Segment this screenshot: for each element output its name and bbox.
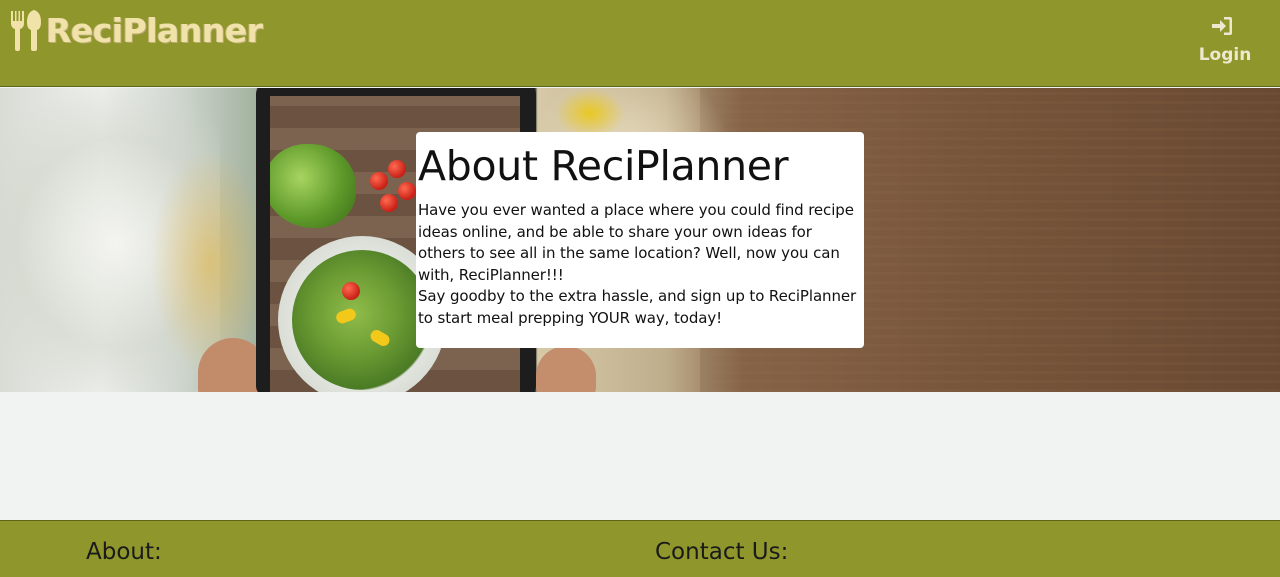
hero-tomato xyxy=(370,172,388,190)
footer-contact-heading: Contact Us: xyxy=(655,539,789,565)
fork-spoon-icon xyxy=(11,10,41,51)
login-link[interactable]: Login xyxy=(1196,16,1254,72)
about-paragraph: Say goodby to the extra hassle, and sign… xyxy=(418,287,857,327)
navbar: ReciPlanner Login xyxy=(0,0,1280,87)
about-card: About ReciPlanner Have you ever wanted a… xyxy=(416,132,864,348)
hero-blur-pepper xyxy=(555,88,625,138)
login-label: Login xyxy=(1198,45,1252,65)
hero-tomato xyxy=(342,282,360,300)
hero-tomato xyxy=(388,160,406,178)
footer-about-heading: About: xyxy=(86,539,162,565)
about-title: About ReciPlanner xyxy=(418,142,789,190)
footer: About: Contact Us: xyxy=(0,520,1280,577)
brand-name: ReciPlanner xyxy=(46,10,263,50)
brand-link[interactable]: ReciPlanner xyxy=(8,8,263,52)
hero-hand-right xyxy=(536,346,596,392)
hero-tomato xyxy=(398,182,416,200)
hero-salad xyxy=(292,250,432,390)
hero-banner: About ReciPlanner Have you ever wanted a… xyxy=(0,88,1280,392)
sign-in-icon xyxy=(1212,17,1232,35)
about-paragraph: Have you ever wanted a place where you c… xyxy=(418,201,854,284)
hero-tomato xyxy=(380,194,398,212)
hero-lettuce xyxy=(270,144,356,228)
about-body: Have you ever wanted a place where you c… xyxy=(418,200,862,330)
